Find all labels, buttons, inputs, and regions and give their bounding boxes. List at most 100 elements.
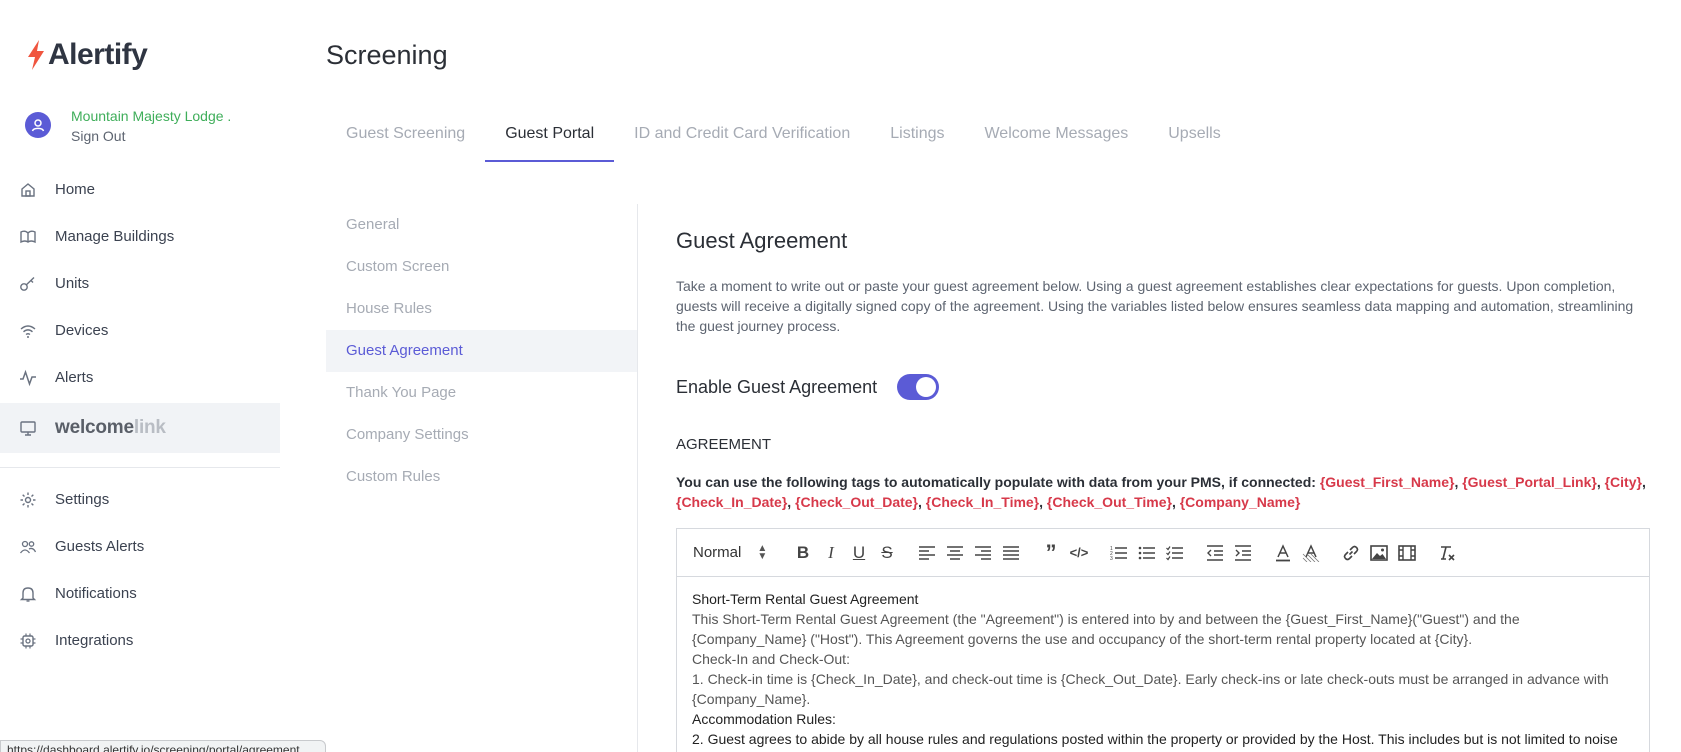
sidebar-item-integrations[interactable]: Integrations: [0, 617, 280, 664]
ordered-list-icon[interactable]: 123: [1105, 539, 1133, 567]
page-title: Screening: [326, 40, 448, 70]
tab-upsells[interactable]: Upsells: [1148, 114, 1240, 162]
tag-check-in-time: {Check_In_Time}: [925, 494, 1040, 510]
book-icon: [18, 227, 38, 247]
enable-agreement-toggle[interactable]: [897, 374, 940, 400]
editor-line: Check-In and Check-Out:: [692, 651, 850, 667]
quote-icon[interactable]: ”: [1037, 539, 1065, 567]
align-justify-icon[interactable]: [997, 539, 1025, 567]
sidebar-item-settings[interactable]: Settings: [0, 476, 280, 523]
submenu-item-company-settings[interactable]: Company Settings: [326, 414, 637, 456]
sidebar-item-label: Alerts: [55, 369, 94, 386]
pulse-icon: [18, 368, 38, 388]
editor-content[interactable]: Short-Term Rental Guest Agreement This S…: [677, 577, 1649, 749]
tab-welcome-messages[interactable]: Welcome Messages: [964, 114, 1148, 162]
underline-icon[interactable]: U: [845, 539, 873, 567]
link-icon[interactable]: [1337, 539, 1365, 567]
home-icon: [18, 180, 38, 200]
format-select[interactable]: Normal ▲ ▼: [693, 543, 789, 561]
editor-toolbar: Normal ▲ ▼ B I U S ” </> 1 2 3: [677, 529, 1649, 577]
bullet-list-icon[interactable]: [1133, 539, 1161, 567]
tab-guest-screening[interactable]: Guest Screening: [326, 114, 485, 162]
enable-agreement-label: Enable Guest Agreement: [676, 376, 878, 397]
submenu-item-custom-screen[interactable]: Custom Screen: [326, 246, 637, 288]
tab-guest-portal[interactable]: Guest Portal: [485, 114, 615, 162]
toggle-knob: [916, 377, 937, 397]
sidebar-nav: Home Manage Buildings Units Devices Aler…: [0, 166, 280, 664]
logo[interactable]: Alertify: [26, 38, 148, 72]
browser-status-url: https://dashboard.alertify.io/screening/…: [0, 740, 326, 752]
sidebar-item-label: Manage Buildings: [55, 228, 175, 245]
tab-id-credit-card-verification[interactable]: ID and Credit Card Verification: [614, 114, 870, 162]
sidebar-item-guests-alerts[interactable]: Guests Alerts: [0, 523, 280, 570]
sidebar-item-label: Settings: [55, 491, 110, 508]
sidebar-item-alerts[interactable]: Alerts: [0, 354, 280, 401]
submenu-item-thank-you-page[interactable]: Thank You Page: [326, 372, 637, 414]
agreement-heading: AGREEMENT: [676, 436, 772, 453]
background-color-icon[interactable]: [1297, 539, 1325, 567]
users-icon: [18, 537, 38, 557]
tag-check-in-date: {Check_In_Date}: [676, 494, 788, 510]
indent-icon[interactable]: [1229, 539, 1257, 567]
editor-line: 2. Guest agrees to abide by all house ru…: [692, 731, 1618, 747]
user-icon: [31, 119, 45, 132]
key-icon: [18, 274, 38, 294]
submenu-divider: [637, 204, 638, 752]
avatar: [25, 112, 51, 138]
text-color-icon[interactable]: [1269, 539, 1297, 567]
sidebar-item-welcomelink[interactable]: welcomelink: [0, 403, 280, 453]
outdent-icon[interactable]: [1201, 539, 1229, 567]
svg-text:3: 3: [1110, 556, 1113, 561]
agreement-editor: Normal ▲ ▼ B I U S ” </> 1 2 3 Short-Ter…: [676, 528, 1650, 752]
sidebar-item-label: Integrations: [55, 632, 134, 649]
bell-icon: [18, 584, 38, 604]
submenu-item-custom-rules[interactable]: Custom Rules: [326, 456, 637, 498]
editor-line: This Short-Term Rental Guest Agreement (…: [692, 611, 1520, 647]
sign-out-link[interactable]: Sign Out: [71, 126, 231, 146]
check-list-icon[interactable]: [1161, 539, 1189, 567]
align-left-icon[interactable]: [913, 539, 941, 567]
lightning-icon: [28, 40, 44, 70]
sidebar-item-label: Devices: [55, 322, 109, 339]
monitor-icon: [18, 418, 38, 438]
align-right-icon[interactable]: [969, 539, 997, 567]
sidebar-item-units[interactable]: Units: [0, 260, 280, 307]
video-icon[interactable]: [1393, 539, 1421, 567]
align-center-icon[interactable]: [941, 539, 969, 567]
sidebar: Alertify Mountain Majesty Lodge . Sign O…: [0, 0, 280, 752]
tag-guest-portal-link: {Guest_Portal_Link}: [1462, 474, 1597, 490]
enable-agreement-row: Enable Guest Agreement: [676, 374, 940, 400]
sidebar-item-manage-buildings[interactable]: Manage Buildings: [0, 213, 280, 260]
bold-icon[interactable]: B: [789, 539, 817, 567]
tag-check-out-time: {Check_Out_Time}: [1046, 494, 1172, 510]
tag-check-out-date: {Check_Out_Date}: [795, 494, 918, 510]
submenu-item-guest-agreement[interactable]: Guest Agreement: [326, 330, 637, 372]
sidebar-item-label: Units: [55, 275, 90, 292]
sidebar-item-label: Guests Alerts: [55, 538, 145, 555]
wifi-icon: [18, 321, 38, 341]
portal-submenu: General Custom Screen House Rules Guest …: [326, 204, 637, 498]
logo-text: Alertify: [48, 38, 148, 71]
code-icon[interactable]: </>: [1065, 539, 1093, 567]
tab-listings[interactable]: Listings: [870, 114, 964, 162]
tag-guest-first-name: {Guest_First_Name}: [1319, 474, 1455, 490]
strike-icon[interactable]: S: [873, 539, 901, 567]
sidebar-item-label: Home: [55, 181, 96, 198]
image-icon[interactable]: [1365, 539, 1393, 567]
editor-line: 1. Check-in time is {Check_In_Date}, and…: [692, 671, 1609, 707]
welcomelink-accent: link: [133, 417, 166, 438]
section-title: Guest Agreement: [676, 228, 848, 253]
sidebar-divider: [0, 467, 280, 468]
italic-icon[interactable]: I: [817, 539, 845, 567]
editor-line: Short-Term Rental Guest Agreement: [692, 591, 919, 607]
submenu-item-general[interactable]: General: [326, 204, 637, 246]
sidebar-item-notifications[interactable]: Notifications: [0, 570, 280, 617]
welcomelink-logo: welcomelink: [55, 417, 166, 439]
sidebar-item-devices[interactable]: Devices: [0, 307, 280, 354]
submenu-item-house-rules[interactable]: House Rules: [326, 288, 637, 330]
sidebar-item-home[interactable]: Home: [0, 166, 280, 213]
clear-format-icon[interactable]: [1433, 539, 1461, 567]
editor-line: Accommodation Rules:: [692, 711, 836, 727]
tab-bar: Guest Screening Guest Portal ID and Cred…: [326, 114, 1241, 162]
chip-icon: [18, 631, 38, 651]
